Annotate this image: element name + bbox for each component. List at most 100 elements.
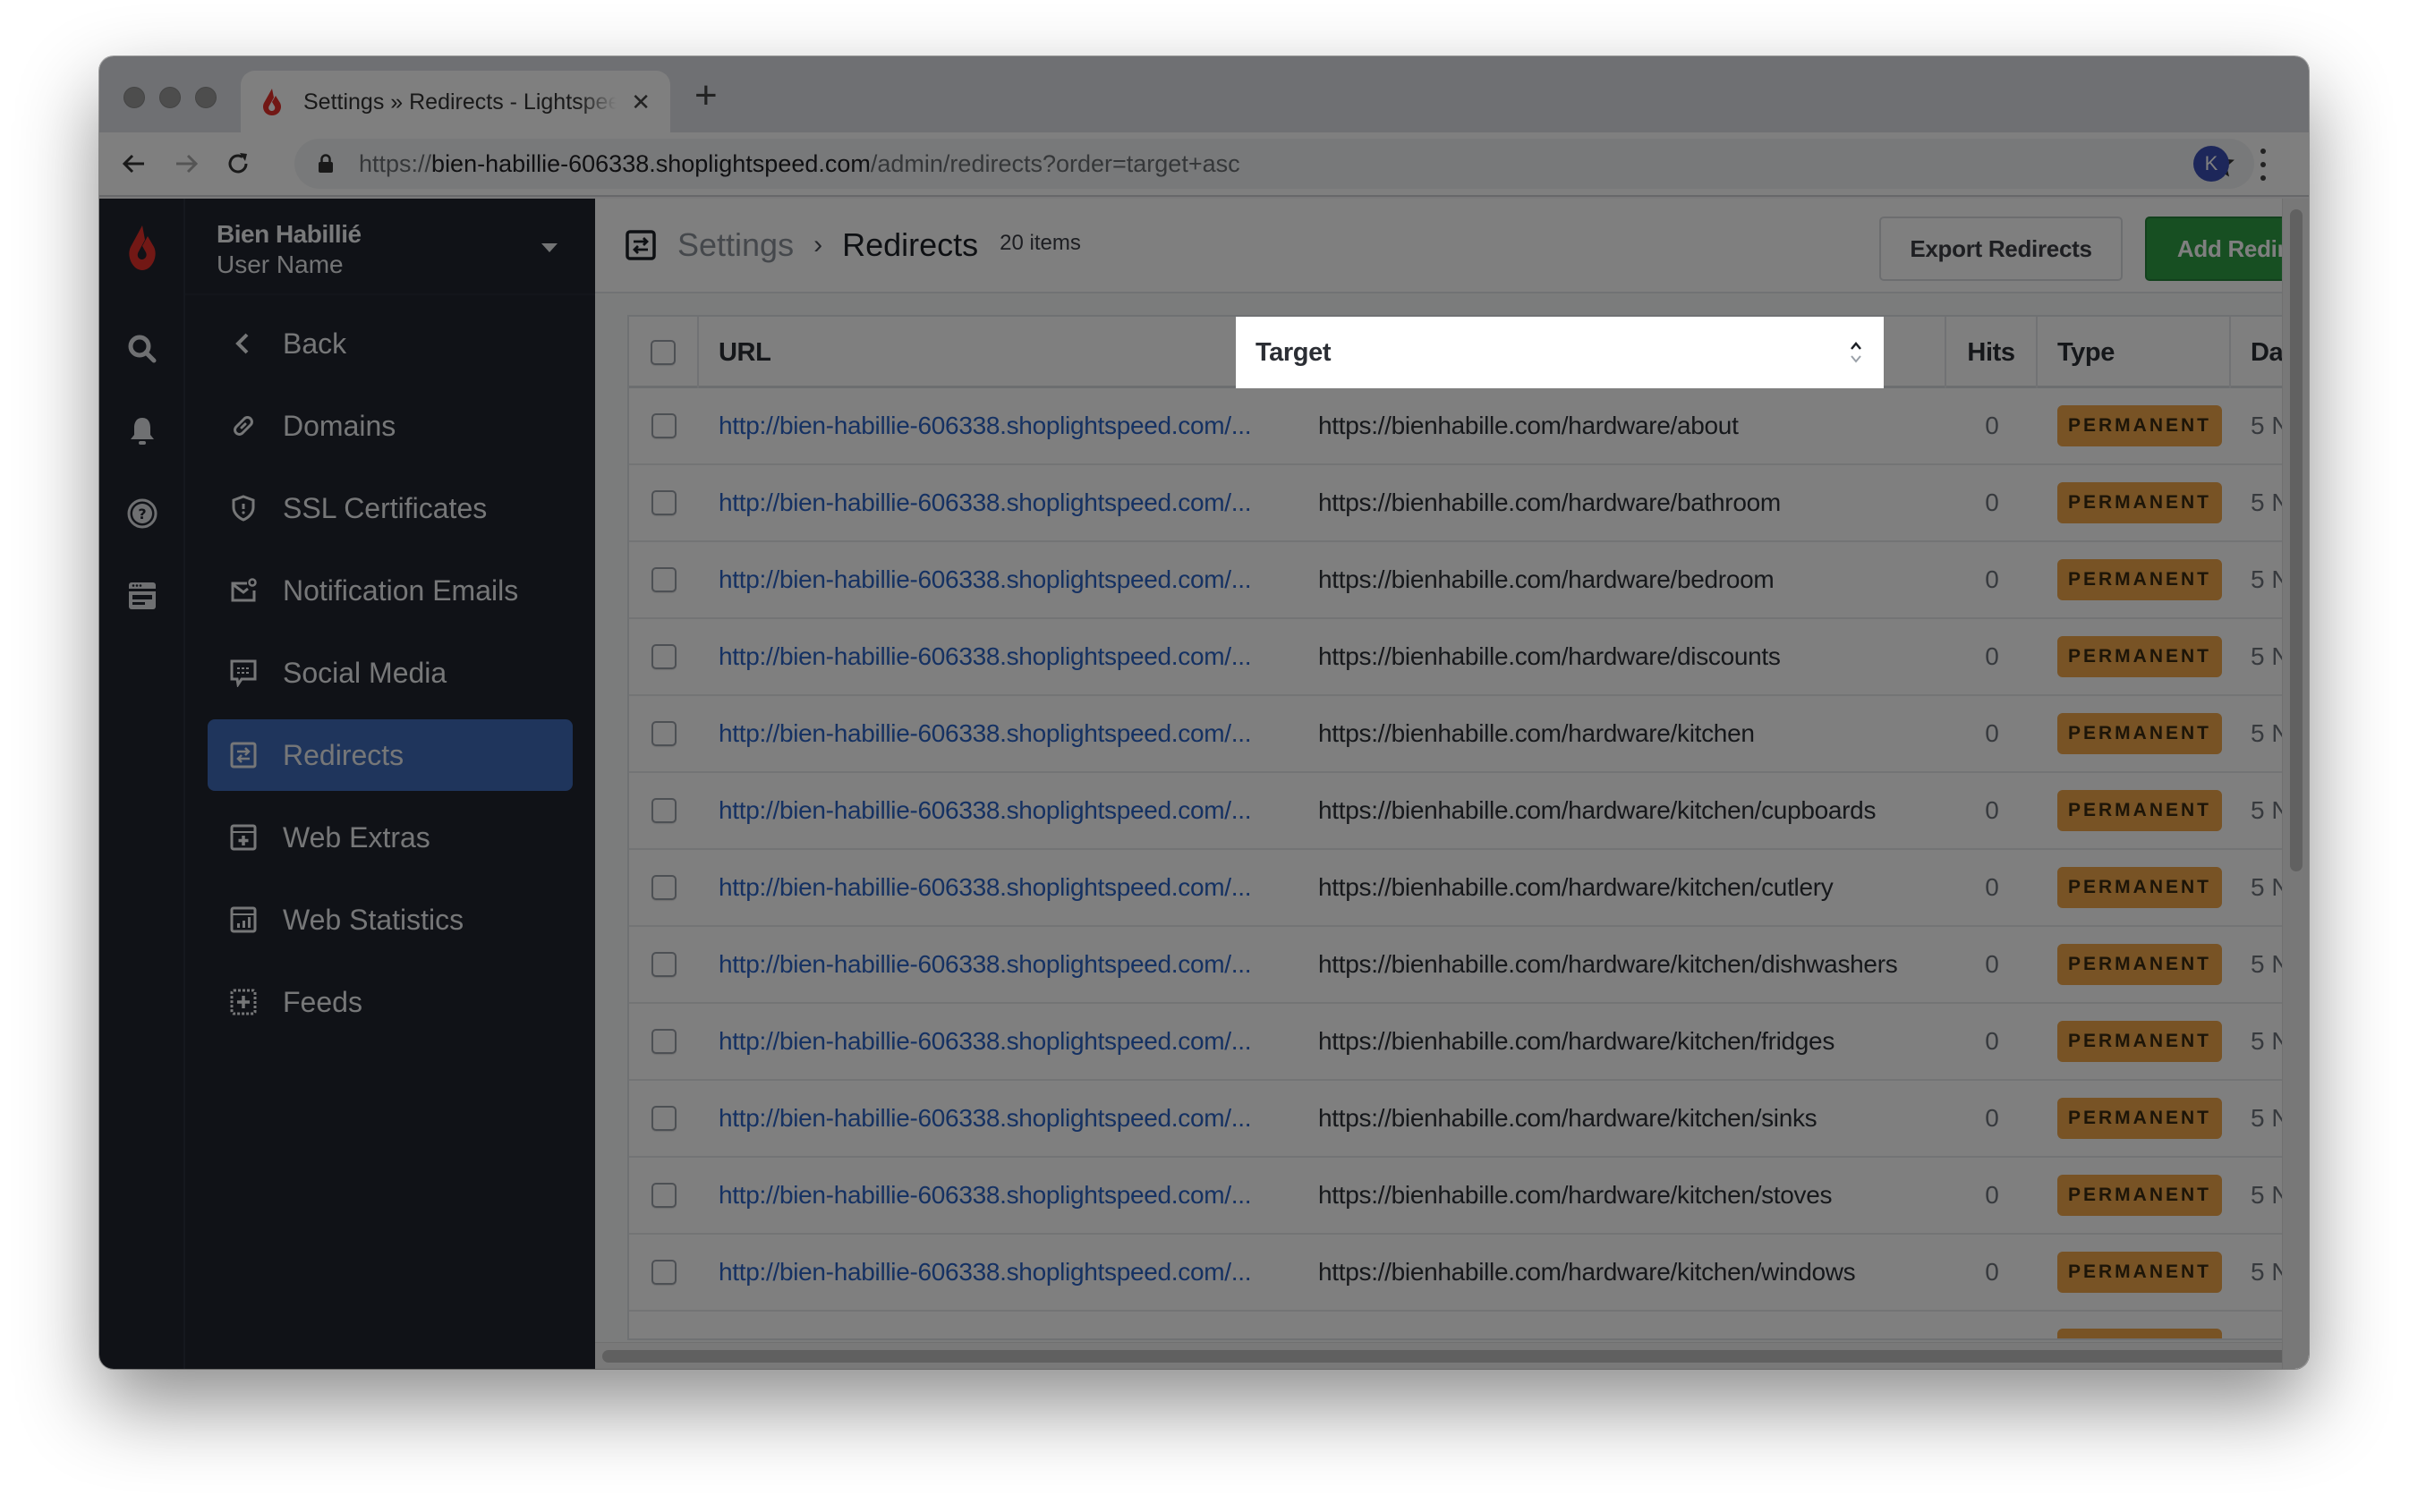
bell-icon[interactable]: [126, 415, 158, 447]
table-row[interactable]: http://bien-habillie-606338.shoplightspe…: [629, 388, 2286, 465]
target-cell: https://bienhabille.com/hardware/bathroo…: [1298, 465, 1946, 540]
table-row[interactable]: http://bien-habillie-606338.shoplightspe…: [629, 1004, 2286, 1081]
redirect-url-link[interactable]: http://bien-habillie-606338.shoplightspe…: [719, 719, 1251, 748]
sidebar-item-web-statistics[interactable]: Web Statistics: [208, 884, 573, 956]
type-cell: PERMANENT: [2038, 850, 2231, 925]
select-all-checkbox[interactable]: [651, 340, 676, 365]
row-checkbox[interactable]: [651, 1260, 677, 1285]
forward-arrow-icon[interactable]: [164, 141, 209, 186]
table-row[interactable]: http://bien-habillie-606338.shoplightspe…: [629, 1235, 2286, 1312]
row-checkbox[interactable]: [651, 413, 677, 438]
web-statistics-icon: [230, 906, 257, 933]
hits-count: 0: [1985, 1027, 1999, 1055]
target-url: https://bienhabille.com/hardware/kitchen…: [1318, 950, 1898, 978]
column-header-type[interactable]: Type: [2038, 317, 2231, 388]
redirect-url-link[interactable]: http://bien-habillie-606338.shoplightspe…: [719, 412, 1251, 440]
redirect-url-link[interactable]: http://bien-habillie-606338.shoplightspe…: [719, 873, 1251, 902]
row-checkbox[interactable]: [651, 952, 677, 977]
export-redirects-button[interactable]: Export Redirects: [1879, 217, 2123, 281]
row-select-cell: [629, 388, 699, 463]
redirect-url-link[interactable]: http://bien-habillie-606338.shoplightspe…: [719, 796, 1251, 825]
row-checkbox[interactable]: [651, 721, 677, 746]
column-header-date[interactable]: Da: [2231, 317, 2286, 388]
address-bar[interactable]: https://bien-habillie-606338.shoplightsp…: [294, 139, 2254, 189]
redirect-url-link[interactable]: http://bien-habillie-606338.shoplightspe…: [719, 488, 1251, 517]
search-icon[interactable]: [126, 333, 158, 365]
target-cell: [1298, 1312, 1946, 1338]
redirect-url-link[interactable]: http://bien-habillie-606338.shoplightspe…: [719, 1258, 1251, 1287]
sidebar-item-feeds[interactable]: Feeds: [208, 966, 573, 1038]
table-row[interactable]: http://bien-habillie-606338.shoplightspe…: [629, 927, 2286, 1004]
link-icon: [234, 416, 253, 436]
column-header-url[interactable]: URL: [699, 317, 1298, 388]
row-select-cell: [629, 542, 699, 617]
sidebar-item-ssl-certificates[interactable]: SSL Certificates: [208, 472, 573, 544]
row-select-cell: [629, 1235, 699, 1310]
sidebar-item-redirects[interactable]: Redirects: [208, 719, 573, 791]
redirect-url-link[interactable]: http://bien-habillie-606338.shoplightspe…: [719, 565, 1251, 594]
url-cell: http://bien-habillie-606338.shoplightspe…: [699, 465, 1298, 540]
column-header-hits[interactable]: Hits: [1946, 317, 2038, 388]
column-header-target[interactable]: Target: [1236, 317, 1884, 388]
sidebar-item-notification-emails[interactable]: Notification Emails: [208, 555, 573, 626]
storefront-icon[interactable]: [126, 580, 158, 612]
redirect-url-link[interactable]: http://bien-habillie-606338.shoplightspe…: [719, 1104, 1251, 1133]
table-row[interactable]: http://bien-habillie-606338.shoplightspe…: [629, 773, 2286, 850]
row-checkbox[interactable]: [651, 490, 677, 515]
type-cell: PERMANENT: [2038, 1235, 2231, 1310]
lightspeed-logo[interactable]: [126, 224, 158, 274]
table-row[interactable]: http://bien-habillie-606338.shoplightspe…: [629, 850, 2286, 927]
kebab-menu-icon[interactable]: [2254, 149, 2272, 181]
back-arrow-icon[interactable]: [112, 141, 157, 186]
minimize-window-button[interactable]: [159, 87, 181, 108]
sidebar-item-social-media[interactable]: Social Media: [208, 637, 573, 709]
app: ? Bien Habillié User Name Back Domains S…: [99, 199, 2309, 1369]
profile-avatar[interactable]: K: [2193, 146, 2229, 182]
row-checkbox[interactable]: [651, 1183, 677, 1208]
close-window-button[interactable]: [123, 87, 145, 108]
browser-tab[interactable]: Settings » Redirects - Lightspeed ✕: [241, 71, 670, 133]
browser-window: Settings » Redirects - Lightspeed ✕ + ht…: [99, 56, 2309, 1369]
row-checkbox[interactable]: [651, 567, 677, 592]
vertical-scrollbar[interactable]: [2282, 199, 2309, 1369]
vertical-scrollbar-thumb[interactable]: [2290, 209, 2303, 871]
table-row[interactable]: http://bien-habillie-606338.shoplightspe…: [629, 696, 2286, 773]
row-checkbox[interactable]: [651, 875, 677, 900]
table-row[interactable]: http://bien-habillie-606338.shoplightspe…: [629, 465, 2286, 542]
reload-icon[interactable]: [216, 141, 260, 186]
sidebar-item-back[interactable]: Back: [208, 308, 573, 379]
help-icon[interactable]: ?: [126, 497, 158, 530]
table-row[interactable]: http://bien-habillie-606338.shoplightspe…: [629, 1158, 2286, 1235]
horizontal-scrollbar[interactable]: [595, 1342, 2309, 1369]
sidebar-item-domains[interactable]: Domains: [208, 390, 573, 462]
chevron-left-icon: [235, 333, 249, 354]
plus-icon[interactable]: +: [694, 76, 718, 115]
redirect-url-link[interactable]: http://bien-habillie-606338.shoplightspe…: [719, 642, 1251, 671]
row-checkbox[interactable]: [651, 798, 677, 823]
table-row[interactable]: http://bien-habillie-606338.shoplightspe…: [629, 542, 2286, 619]
horizontal-scrollbar-thumb[interactable]: [602, 1350, 2309, 1363]
permanent-badge: PERMANENT: [2057, 790, 2223, 831]
shield-icon: [232, 495, 255, 522]
redirect-url-link[interactable]: http://bien-habillie-606338.shoplightspe…: [719, 1181, 1251, 1210]
redirect-url-link[interactable]: http://bien-habillie-606338.shoplightspe…: [719, 950, 1251, 979]
target-cell: https://bienhabille.com/hardware/kitchen…: [1298, 1235, 1946, 1310]
table-row[interactable]: PERMANENT: [629, 1312, 2286, 1338]
store-switcher[interactable]: Bien Habillié User Name: [185, 199, 595, 295]
target-url: https://bienhabille.com/hardware/kitchen…: [1318, 873, 1834, 901]
redirect-url-link[interactable]: http://bien-habillie-606338.shoplightspe…: [719, 1027, 1251, 1056]
zoom-window-button[interactable]: [195, 87, 217, 108]
redirect-icon: [230, 742, 257, 769]
table-row[interactable]: http://bien-habillie-606338.shoplightspe…: [629, 1081, 2286, 1158]
row-checkbox[interactable]: [651, 1029, 677, 1054]
hits-cell: 0: [1946, 1081, 2038, 1156]
row-checkbox[interactable]: [651, 644, 677, 669]
type-cell: PERMANENT: [2038, 542, 2231, 617]
close-icon[interactable]: ✕: [631, 89, 651, 116]
type-cell: PERMANENT: [2038, 1081, 2231, 1156]
breadcrumb-settings[interactable]: Settings: [677, 226, 794, 264]
row-checkbox[interactable]: [651, 1106, 677, 1131]
sidebar-item-web-extras[interactable]: Web Extras: [208, 802, 573, 873]
sort-ascending-icon[interactable]: [1850, 340, 1862, 365]
table-row[interactable]: http://bien-habillie-606338.shoplightspe…: [629, 619, 2286, 696]
